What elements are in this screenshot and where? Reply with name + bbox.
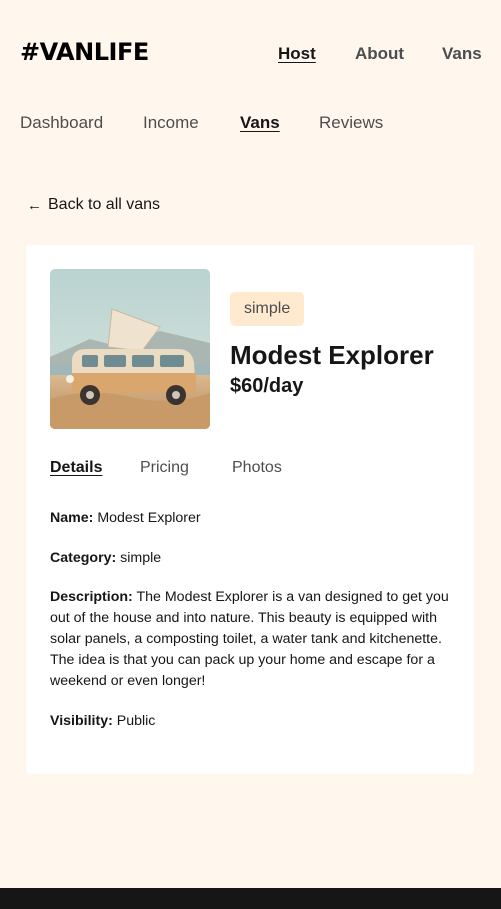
detail-name-label: Name:: [50, 510, 94, 526]
nav-link-vans[interactable]: Vans: [442, 44, 482, 64]
site-header: #VANLIFE Host About Vans: [0, 0, 501, 106]
host-nav-vans[interactable]: Vans: [240, 113, 280, 133]
van-type-badge: simple: [230, 292, 305, 326]
host-nav-dashboard[interactable]: Dashboard: [20, 113, 103, 133]
detail-category-value: simple: [116, 550, 162, 566]
detail-visibility-value: Public: [112, 713, 156, 729]
nav-link-host[interactable]: Host: [278, 44, 316, 64]
nav-link-about[interactable]: About: [355, 44, 404, 64]
detail-category-label: Category:: [50, 550, 117, 566]
back-to-vans-link[interactable]: ← Back to all vans: [27, 196, 160, 214]
site-footer: [0, 888, 501, 909]
detail-visibility: Visibility: Public: [50, 711, 450, 732]
detail-name-value: Modest Explorer: [93, 510, 201, 526]
host-nav-income[interactable]: Income: [143, 113, 199, 133]
back-link-label: Back to all vans: [48, 196, 161, 213]
van-detail-card: simple Modest Explorer $60/day Details P…: [26, 245, 474, 774]
van-name: Modest Explorer: [230, 340, 434, 370]
detail-category: Category: simple: [50, 548, 450, 569]
tab-pricing[interactable]: Pricing: [140, 459, 189, 477]
tab-photos[interactable]: Photos: [232, 459, 282, 477]
arrow-left-icon: ←: [27, 196, 42, 214]
detail-description: Description: The Modest Explorer is a va…: [50, 587, 450, 692]
detail-visibility-label: Visibility:: [50, 713, 113, 729]
host-nav-reviews[interactable]: Reviews: [319, 113, 383, 133]
detail-name: Name: Modest Explorer: [50, 508, 450, 529]
tab-details[interactable]: Details: [50, 459, 102, 477]
detail-description-label: Description:: [50, 589, 133, 605]
van-photo: [50, 269, 210, 429]
site-logo[interactable]: #VANLIFE: [20, 38, 149, 66]
van-price: $60/day: [230, 375, 304, 397]
van-image-illustration: [50, 269, 210, 429]
